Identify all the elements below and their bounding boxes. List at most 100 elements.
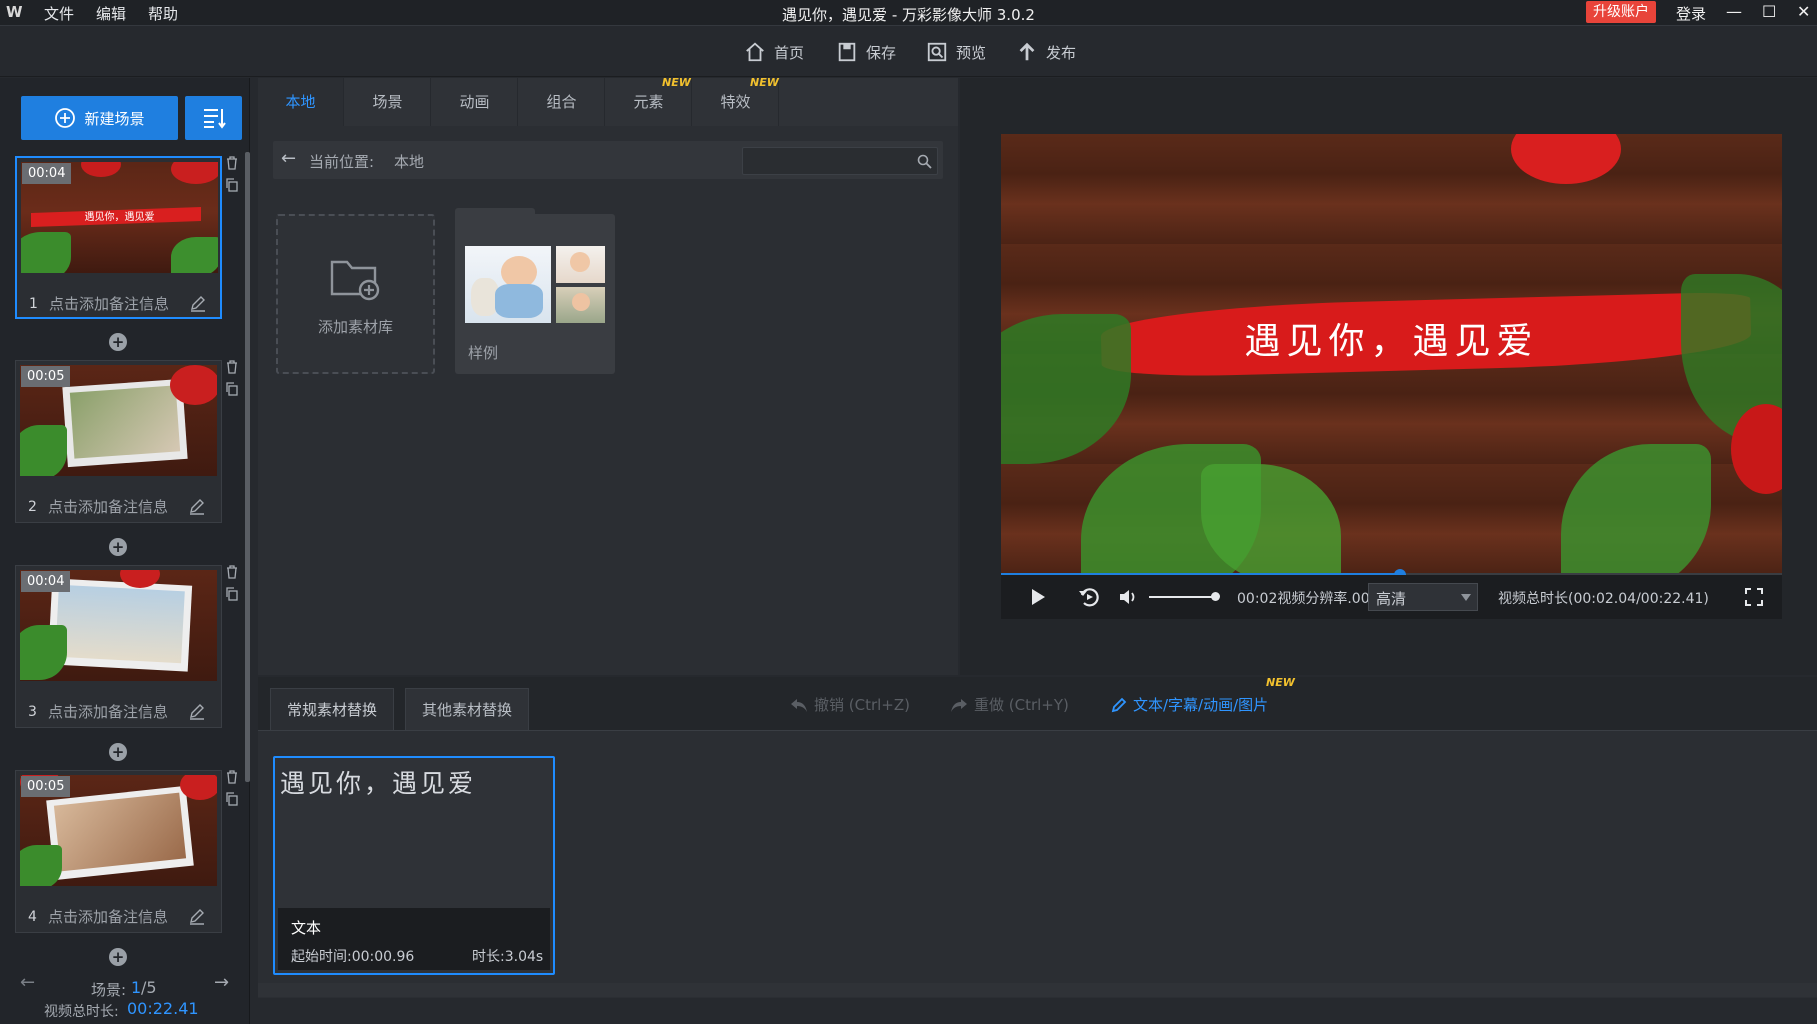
scene-card-1[interactable]: 遇见你，遇见爱 00:04 1 点击添加备注信息 xyxy=(15,156,222,319)
next-scene-arrow-icon[interactable]: → xyxy=(214,972,229,993)
fullscreen-icon[interactable] xyxy=(1744,587,1764,607)
tab-other-replace[interactable]: 其他素材替换 xyxy=(405,688,530,730)
scene-note-placeholder[interactable]: 点击添加备注信息 xyxy=(48,701,168,722)
edit-note-icon[interactable] xyxy=(188,907,206,925)
plus-circle-icon xyxy=(55,108,76,128)
scene-number: 4 xyxy=(28,909,37,925)
add-scene-icon[interactable]: + xyxy=(109,538,127,556)
window-title: 遇见你，遇见爱 - 万彩影像大师 3.0.2 xyxy=(782,6,1035,24)
scene-2-side-actions xyxy=(225,360,241,400)
text-subtitle-animation-image-link[interactable]: 文本/字幕/动画/图片 xyxy=(1111,694,1268,715)
scene-card-4[interactable]: 00:05 4 点击添加备注信息 xyxy=(15,770,222,933)
sample-photo-baby-1 xyxy=(556,246,605,283)
tab-animation[interactable]: 动画 xyxy=(432,78,518,126)
tab-scene[interactable]: 场景 xyxy=(345,78,431,126)
back-arrow-icon[interactable]: ← xyxy=(281,148,296,169)
scene-list-sort-button[interactable] xyxy=(185,96,242,140)
scene-duration-badge: 00:05 xyxy=(21,366,71,387)
quality-value: 高清 xyxy=(1376,590,1407,608)
minimize-icon[interactable]: — xyxy=(1726,2,1742,21)
redo-button[interactable]: 重做 (Ctrl+Y) xyxy=(950,694,1069,715)
volume-handle[interactable] xyxy=(1211,592,1220,601)
tab-group[interactable]: 组合 xyxy=(519,78,605,126)
sample-folder-tile[interactable]: 样例 xyxy=(455,208,615,374)
preview-icon xyxy=(927,42,947,62)
delete-icon[interactable] xyxy=(225,565,239,579)
folder-add-icon xyxy=(330,260,380,301)
add-library-tile[interactable]: 添加素材库 xyxy=(276,214,435,374)
home-icon xyxy=(746,42,764,62)
delete-icon[interactable] xyxy=(225,156,239,170)
library-search-input[interactable] xyxy=(742,147,938,175)
redo-icon xyxy=(951,698,967,712)
scene-navigation: ← 场景: 1 /5 → 视频总时长: 00:22.41 xyxy=(0,972,250,1024)
footer-bar xyxy=(258,998,1817,1024)
video-preview[interactable]: 遇见你，遇见爱 xyxy=(1001,134,1782,575)
edit-note-icon[interactable] xyxy=(189,294,207,312)
tab-local[interactable]: 本地 xyxy=(258,78,344,126)
scene-1-side-actions xyxy=(225,156,241,196)
scene-number: 2 xyxy=(28,499,37,515)
scene-number: 3 xyxy=(28,704,37,720)
volume-icon[interactable] xyxy=(1118,587,1138,607)
undo-label: 撤销 (Ctrl+Z) xyxy=(814,696,911,714)
edit-note-icon[interactable] xyxy=(188,497,206,515)
copy-icon[interactable] xyxy=(225,178,239,192)
home-button[interactable]: 首页 xyxy=(744,41,804,63)
scene-list-scrollbar[interactable] xyxy=(245,152,250,782)
preview-button[interactable]: 预览 xyxy=(926,41,986,63)
text-card-preview: 遇见你，遇见爱 xyxy=(280,769,477,798)
location-value: 本地 xyxy=(394,153,425,171)
scene-counter-total: /5 xyxy=(141,978,157,997)
add-scene-icon[interactable]: + xyxy=(109,743,127,761)
add-library-label: 添加素材库 xyxy=(317,318,393,336)
save-button[interactable]: 保存 xyxy=(836,41,896,63)
new-scene-button[interactable]: 新建场景 xyxy=(21,96,178,140)
scene-counter-label: 场景: xyxy=(91,981,127,999)
add-scene-icon[interactable]: + xyxy=(109,948,127,966)
folder-tab xyxy=(455,208,535,220)
pencil-icon xyxy=(1111,697,1127,712)
login-link[interactable]: 登录 xyxy=(1676,3,1706,24)
save-label: 保存 xyxy=(866,43,897,62)
redo-label: 重做 (Ctrl+Y) xyxy=(974,696,1069,714)
quality-select[interactable]: 高清 xyxy=(1368,583,1478,611)
scene-duration-badge: 00:05 xyxy=(21,776,71,797)
upgrade-account-button[interactable]: 升级账户 xyxy=(1586,1,1656,23)
horizontal-scrollbar[interactable] xyxy=(258,983,1817,997)
total-duration-label: 视频总时长: xyxy=(44,1004,119,1020)
edit-note-icon[interactable] xyxy=(188,702,206,720)
scene-note-placeholder[interactable]: 点击添加备注信息 xyxy=(48,496,168,517)
search-icon[interactable] xyxy=(917,154,932,169)
scene-card-3[interactable]: 00:04 3 点击添加备注信息 xyxy=(15,565,222,728)
copy-icon[interactable] xyxy=(225,382,239,396)
total-duration-value: 00:22.41 xyxy=(127,999,199,1018)
text-material-card[interactable]: 遇见你，遇见爱 文本 起始时间:00:00.96 时长:3.04s xyxy=(273,756,555,975)
scene-card-2[interactable]: 00:05 2 点击添加备注信息 xyxy=(15,360,222,523)
prev-scene-arrow-icon[interactable]: ← xyxy=(20,972,35,993)
save-icon xyxy=(838,42,856,62)
location-label: 当前位置: xyxy=(309,153,375,171)
play-icon[interactable] xyxy=(1030,588,1046,606)
copy-icon[interactable] xyxy=(225,792,239,806)
add-scene-icon[interactable]: + xyxy=(109,333,127,351)
publish-icon xyxy=(1019,42,1035,61)
publish-label: 发布 xyxy=(1046,43,1077,62)
undo-button[interactable]: 撤销 (Ctrl+Z) xyxy=(790,694,910,715)
replay-icon[interactable] xyxy=(1078,586,1100,608)
sample-photo-baby-dog xyxy=(465,246,551,323)
close-icon[interactable]: ✕ xyxy=(1797,2,1810,21)
volume-slider[interactable] xyxy=(1149,596,1219,598)
delete-icon[interactable] xyxy=(225,770,239,784)
copy-icon[interactable] xyxy=(225,587,239,601)
delete-icon[interactable] xyxy=(225,360,239,374)
scene-note-placeholder[interactable]: 点击添加备注信息 xyxy=(49,293,169,314)
scene-duration-badge: 00:04 xyxy=(21,571,71,592)
undo-icon xyxy=(791,698,807,712)
new-scene-label: 新建场景 xyxy=(84,109,145,128)
new-badge-effect: NEW xyxy=(750,76,779,89)
scene-note-placeholder[interactable]: 点击添加备注信息 xyxy=(48,906,168,927)
publish-button[interactable]: 发布 xyxy=(1016,41,1076,63)
tab-regular-replace[interactable]: 常规素材替换 xyxy=(270,688,395,730)
maximize-icon[interactable]: ☐ xyxy=(1762,2,1776,21)
